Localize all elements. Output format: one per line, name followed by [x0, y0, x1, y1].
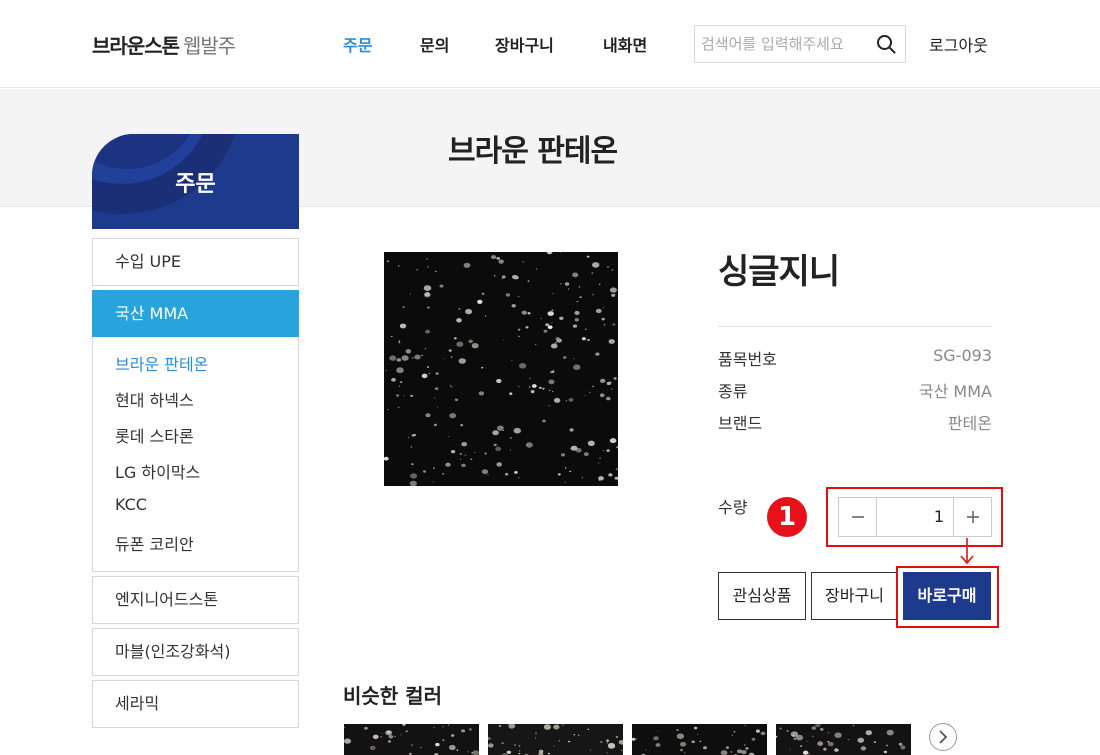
sub-item-hyundai-hanex[interactable]: 현대 하넥스	[115, 387, 194, 411]
top-header: 브라운스톤웹발주 주문 문의 장바구니 내화면 로그아웃	[0, 0, 1100, 88]
chevron-right-icon	[939, 730, 948, 744]
similar-thumb[interactable]	[344, 724, 479, 755]
product-image	[384, 252, 618, 486]
step-badge: 1	[767, 497, 807, 537]
sub-item-kcc[interactable]: KCC	[115, 495, 147, 514]
logo-sub: 웹발주	[183, 34, 236, 58]
sub-item-lg-himacs[interactable]: LG 하이막스	[115, 459, 200, 483]
divider	[718, 326, 992, 327]
info-value-brand: 판테온	[947, 414, 992, 433]
increase-button[interactable]	[953, 498, 991, 536]
product-name: 싱글지니	[718, 252, 840, 292]
wishlist-button[interactable]: 관심상품	[718, 572, 806, 620]
arrow-down-icon	[960, 538, 974, 565]
site-logo[interactable]: 브라운스톤 웹발주	[92, 30, 236, 59]
info-label-type: 종류	[718, 382, 748, 401]
logout-link[interactable]: 로그아웃	[929, 32, 988, 56]
search-input[interactable]	[701, 33, 871, 55]
nav-order[interactable]: 주문	[343, 32, 372, 56]
plus-icon	[967, 511, 979, 523]
similar-colors-title: 비슷한 컬러	[343, 684, 442, 708]
info-label-brand: 브랜드	[718, 414, 763, 433]
nav-cart[interactable]: 장바구니	[495, 32, 554, 56]
nav-inquiry[interactable]: 문의	[420, 32, 449, 56]
quantity-input[interactable]	[878, 498, 952, 536]
sidebar-item-ceramic[interactable]: 세라믹	[92, 680, 299, 728]
sub-item-lotte-staron[interactable]: 롯데 스타론	[115, 423, 194, 447]
similar-thumb[interactable]	[488, 724, 623, 755]
sidebar-title: 주문	[175, 172, 216, 197]
buy-now-button[interactable]: 바로구매	[903, 572, 991, 620]
sidebar-item-domestic-mma[interactable]: 국산 MMA	[92, 290, 299, 338]
quantity-stepper	[838, 497, 992, 537]
nav-my-page[interactable]: 내화면	[603, 32, 647, 56]
similar-thumb[interactable]	[776, 724, 911, 755]
page-title: 브라운 판테온	[448, 134, 618, 169]
quantity-label: 수량	[718, 498, 748, 517]
minus-icon	[852, 516, 864, 518]
sidebar-item-import-upe[interactable]: 수입 UPE	[92, 238, 299, 286]
sub-item-dupont-corian[interactable]: 듀폰 코리안	[115, 531, 194, 555]
sidebar-item-engineered-stone[interactable]: 엔지니어드스톤	[92, 576, 299, 624]
sidebar-sub-list: 브라운 판테온 현대 하넥스 롯데 스타론 LG 하이막스 KCC 듀폰 코리안	[92, 337, 299, 572]
search-icon[interactable]	[876, 34, 896, 54]
info-label-item-number: 품목번호	[718, 350, 777, 369]
sidebar-header: 주문	[92, 134, 299, 229]
logo-main: 브라운스톤	[92, 34, 180, 58]
sub-item-brown-pantheon[interactable]: 브라운 판테온	[115, 351, 208, 375]
decrease-button[interactable]	[839, 498, 877, 536]
info-value-item-number: SG-093	[933, 346, 992, 365]
search-box	[694, 25, 906, 63]
sidebar-item-marble[interactable]: 마블(인조강화석)	[92, 628, 299, 676]
info-value-type: 국산 MMA	[918, 382, 992, 401]
similar-next-button[interactable]	[929, 723, 957, 751]
add-to-cart-button[interactable]: 장바구니	[811, 572, 898, 620]
similar-thumb[interactable]	[632, 724, 767, 755]
